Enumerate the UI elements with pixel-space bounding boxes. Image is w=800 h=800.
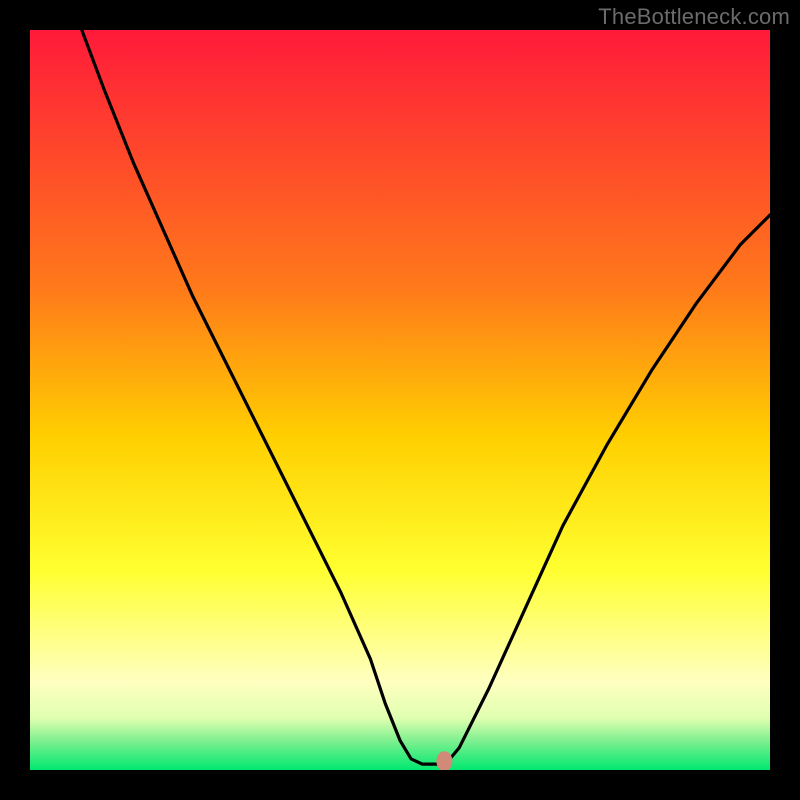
watermark-text: TheBottleneck.com: [598, 4, 790, 30]
gradient-background: [30, 30, 770, 770]
optimal-point-marker: [436, 751, 452, 771]
chart-canvas: [0, 0, 800, 800]
chart-frame: { "watermark": "TheBottleneck.com", "col…: [0, 0, 800, 800]
